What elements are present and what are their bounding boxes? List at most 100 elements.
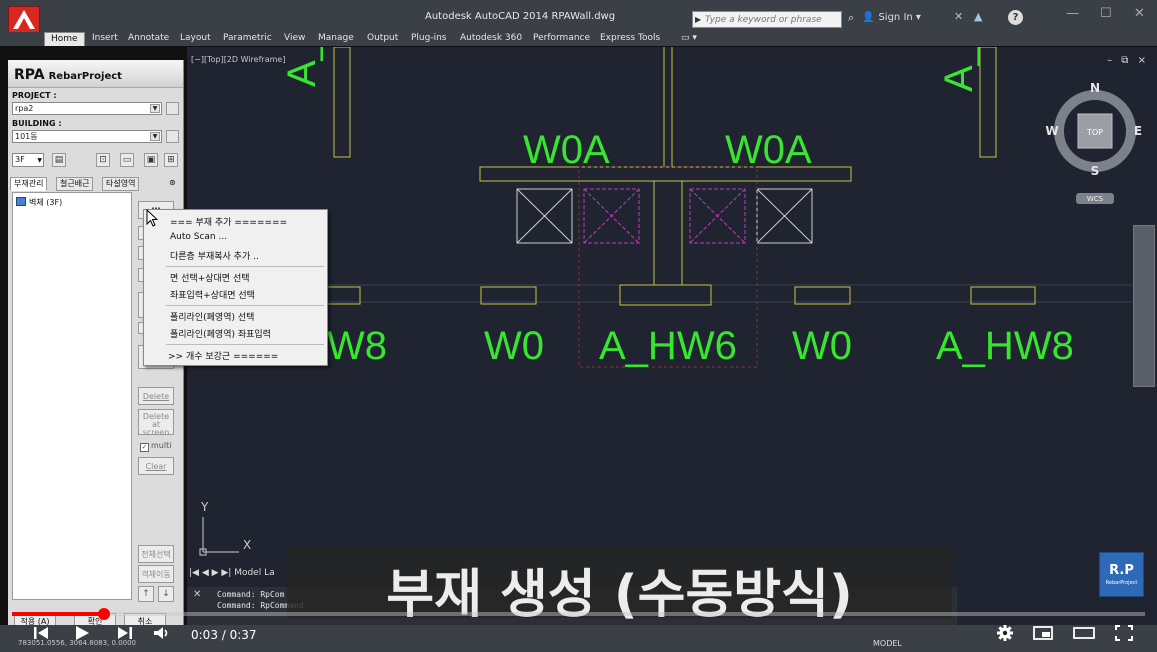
tab-pour-area[interactable]: 타설영역 <box>102 177 140 191</box>
move-down-button[interactable]: ↓ <box>158 586 174 602</box>
tab-rebar[interactable]: 철근배근 <box>56 177 94 191</box>
miniplayer-icon[interactable] <box>1032 624 1054 642</box>
select-all-button[interactable]: 전체선택 <box>138 545 174 563</box>
binoculars-icon[interactable]: ⌕ <box>848 11 854 25</box>
title-bar: Autodesk AutoCAD 2014 RPAWall.dwg ▶ ⌕ 👤S… <box>0 0 1157 34</box>
menu-item-count-rebar[interactable]: >> 개수 보강근 ====== <box>168 349 278 362</box>
tab-output[interactable]: Output <box>367 32 398 46</box>
layer-icon[interactable]: ▤ <box>52 153 66 167</box>
settings-icon[interactable]: ⊡ <box>96 153 110 167</box>
play-icon[interactable] <box>72 624 92 642</box>
tab-annotate[interactable]: Annotate <box>128 32 169 46</box>
building-browse-button[interactable] <box>166 130 179 143</box>
cad-label-w0a-1: W0A <box>523 128 610 172</box>
video-time: 0:03 / 0:37 <box>191 628 257 642</box>
video-subtitle-box: 부재 생성 (수동방식) <box>287 548 952 625</box>
command-close-icon[interactable]: ✕ <box>193 589 201 600</box>
menu-separator <box>166 266 324 267</box>
clear-button[interactable]: Clear <box>138 457 174 475</box>
viewport-controls-label[interactable]: [−][Top][2D Wireframe] <box>191 55 285 64</box>
compass-east: E <box>1134 124 1142 138</box>
help-icon[interactable]: ? <box>1008 10 1023 25</box>
floor-select[interactable]: 3F ▼ <box>12 153 44 167</box>
volume-icon[interactable] <box>152 624 172 642</box>
tab-manage[interactable]: Manage <box>318 32 354 46</box>
menu-item-auto-scan[interactable]: Auto Scan ... <box>170 232 227 242</box>
tab-layout[interactable]: Layout <box>180 32 211 46</box>
wall-segment <box>794 286 851 305</box>
tab-plug-ins[interactable]: Plug-ins <box>411 32 447 46</box>
channel-logo[interactable]: R.P RebarProject <box>1099 552 1144 597</box>
video-progress-fill <box>12 612 104 616</box>
wall-column <box>979 47 997 158</box>
opening-cross <box>583 188 640 244</box>
drawing-viewport[interactable]: A_ A_ W0A W0A W8 W0 A_HW6 W0 A_HW8 TOP N… <box>187 47 1157 625</box>
floor-value: 3F <box>15 155 25 164</box>
tab-options-icon[interactable]: ⊛ <box>166 177 179 191</box>
cad-drawing: A_ A_ W0A W0A W8 W0 A_HW6 W0 A_HW8 TOP N… <box>187 47 1142 556</box>
ribbon-minimize-icon[interactable]: ▭ ▾ <box>681 32 697 46</box>
navigation-bar[interactable] <box>1133 225 1155 387</box>
tab-insert[interactable]: Insert <box>92 32 118 46</box>
next-icon[interactable] <box>116 624 134 642</box>
user-icon: 👤 <box>862 12 875 23</box>
menu-item-add-member-header[interactable]: === 부재 추가 ======= <box>170 215 287 228</box>
video-progress-bar[interactable] <box>12 608 1145 620</box>
search-box[interactable]: ▶ <box>692 11 842 28</box>
project-select[interactable]: rpa2 ▼ <box>12 102 162 115</box>
ucs-icon: Y X <box>199 500 251 556</box>
tab-express-tools[interactable]: Express Tools <box>600 32 660 46</box>
wall-node-icon <box>16 197 26 206</box>
wall-segment <box>480 286 537 305</box>
grid-icon[interactable]: ⊞ <box>164 153 178 167</box>
tree-item-wall[interactable]: 벽체 (3F) <box>16 197 62 208</box>
delete-button[interactable]: Delete <box>138 387 174 405</box>
close-button[interactable]: ✕ <box>1134 6 1145 21</box>
tab-autodesk-360[interactable]: Autodesk 360 <box>460 32 522 46</box>
viewport-window-controls[interactable]: – ⧉ × <box>1107 55 1149 66</box>
a360-icon[interactable]: ▲ <box>974 10 982 23</box>
move-object-button[interactable]: 객체이동 <box>138 565 174 583</box>
menu-item-coord-input[interactable]: 좌표입력+상대면 선택 <box>170 288 255 301</box>
settings-gear-icon[interactable] <box>996 624 1014 642</box>
previous-icon[interactable] <box>32 624 50 642</box>
tree-item-label: 벽체 (3F) <box>29 198 63 207</box>
video-player-controls: 0:03 / 0:37 <box>0 620 1157 652</box>
tab-member-manage[interactable]: 부재관리 <box>10 177 48 191</box>
exchange-apps-icon[interactable]: ✕ <box>954 10 963 23</box>
maximize-button[interactable]: ☐ <box>1100 6 1112 21</box>
channel-logo-subtext: RebarProject <box>1105 580 1138 586</box>
building-select[interactable]: 101동 ▼ <box>12 130 162 143</box>
menu-item-copy-other-floor[interactable]: 다른층 부재복사 추가 .. <box>170 249 259 262</box>
project-browse-button[interactable] <box>166 102 179 115</box>
image-icon[interactable]: ▭ <box>120 153 134 167</box>
move-up-button[interactable]: ↑ <box>138 586 154 602</box>
menu-item-polyline-select[interactable]: 폴리라인(폐영역) 선택 <box>170 310 254 323</box>
compass-west: W <box>1045 124 1058 138</box>
video-progress-knob[interactable] <box>98 608 110 620</box>
cad-label-w0a-2: W0A <box>725 128 812 172</box>
member-tree[interactable]: 벽체 (3F) <box>12 192 132 600</box>
multi-checkbox[interactable]: ✓ multi <box>140 441 171 452</box>
delete-at-screen-button[interactable]: Delete at screen <box>138 409 174 437</box>
theater-mode-icon[interactable] <box>1072 624 1096 642</box>
autocad-logo-icon[interactable] <box>8 6 40 34</box>
chevron-down-icon: ▼ <box>150 104 160 113</box>
tab-view[interactable]: View <box>284 32 305 46</box>
tab-home[interactable]: Home <box>44 32 85 46</box>
sign-in-button[interactable]: 👤 Sign In ▾ <box>862 12 921 23</box>
menu-item-face-select[interactable]: 면 선택+상대면 선택 <box>170 271 250 284</box>
search-input[interactable] <box>693 12 831 28</box>
menu-item-polyline-coord[interactable]: 폴리라인(폐영역) 좌표입력 <box>170 327 271 340</box>
wall-column <box>333 47 351 158</box>
ucs-x-label: X <box>243 538 251 552</box>
minimize-button[interactable]: — <box>1066 6 1079 21</box>
tab-parametric[interactable]: Parametric <box>223 32 272 46</box>
project-label: PROJECT : <box>12 91 57 100</box>
layout-tabs[interactable]: |◀ ◀ ▶ ▶| Model La <box>189 568 275 580</box>
save-icon[interactable]: ▣ <box>144 153 158 167</box>
palette-header: RPA RebarProject <box>8 60 183 88</box>
fullscreen-icon[interactable] <box>1114 624 1134 642</box>
tab-performance[interactable]: Performance <box>533 32 590 46</box>
opening-cross <box>689 188 746 244</box>
